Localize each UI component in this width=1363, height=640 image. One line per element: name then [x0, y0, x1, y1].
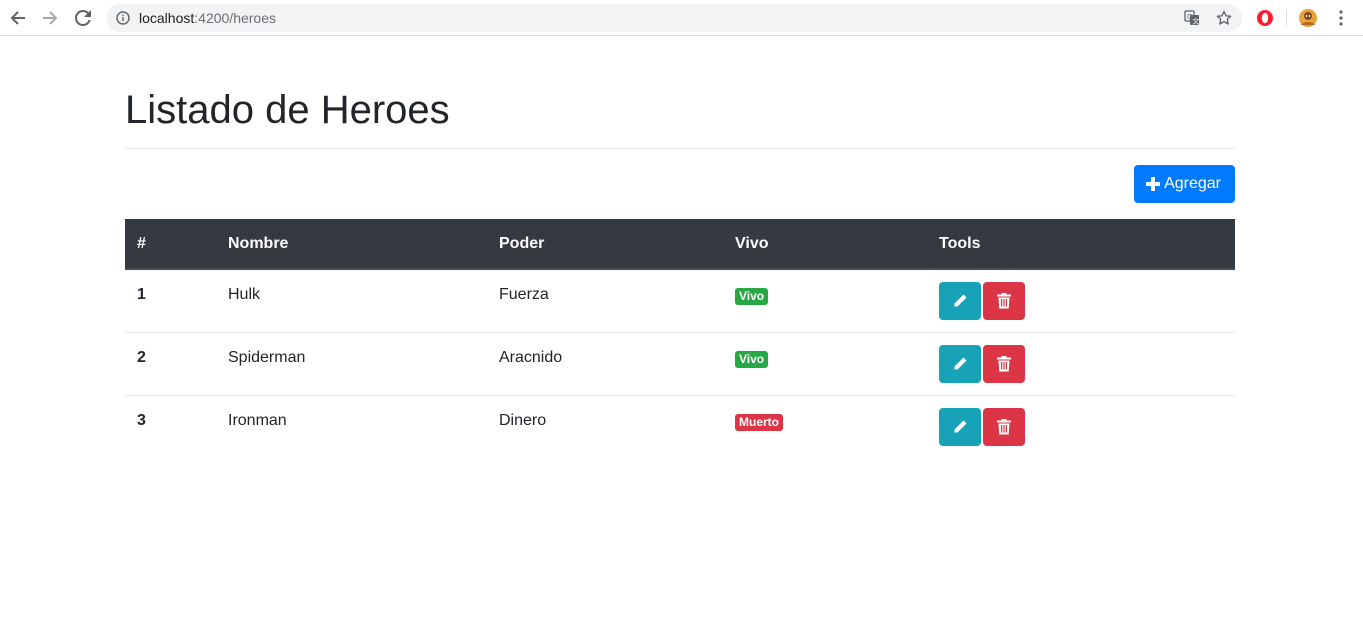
delete-button[interactable] [983, 407, 1025, 446]
url-host: localhost [139, 10, 195, 26]
info-icon[interactable] [116, 11, 130, 25]
pencil-icon [954, 420, 967, 432]
forward-icon [43, 11, 58, 25]
star-icon[interactable] [1216, 10, 1232, 26]
table-row: 1 Hulk Fuerza Vivo [125, 269, 1235, 333]
status-badge: Vivo [735, 288, 769, 305]
page-title: Listado de Heroes [125, 88, 450, 132]
edit-button[interactable] [939, 407, 981, 446]
delete-button[interactable] [983, 282, 1025, 320]
header-number: # [125, 219, 216, 270]
row-number: 1 [125, 269, 216, 333]
edit-button[interactable] [939, 282, 981, 320]
status-cell: Vivo [723, 332, 927, 396]
toolbar-divider [1286, 10, 1287, 26]
trash-icon [997, 293, 1011, 309]
header-alive: Vivo [723, 219, 927, 270]
opera-extension-icon[interactable] [1255, 8, 1275, 28]
delete-button[interactable] [983, 344, 1025, 383]
table-header: # Nombre Poder Vivo Tools [125, 219, 1235, 270]
header-name: Nombre [216, 219, 487, 270]
row-number: 3 [137, 411, 146, 429]
table-row: 2 Spiderman Aracnido Vivo [125, 332, 1235, 396]
tools-cell [927, 269, 1235, 333]
menu-icon[interactable] [1331, 8, 1351, 28]
trash-icon [997, 355, 1011, 371]
table-row: 3 Ironman Dinero Muerto [125, 395, 1235, 458]
pencil-icon [954, 357, 967, 369]
heroes-table: # Nombre Poder Vivo Tools 1 Hulk Fuerza … [125, 219, 1235, 458]
url-path: :4200/heroes [194, 10, 276, 26]
table-body: 1 Hulk Fuerza Vivo 2 Spiderman Aracnido … [125, 269, 1235, 458]
actions-bar: Agregar [125, 149, 1235, 219]
status-badge: Muerto [735, 413, 783, 431]
url-text: localhost:4200/heroes [139, 10, 276, 26]
status-cell: Vivo [723, 269, 927, 333]
hero-power: Dinero [499, 411, 547, 429]
tools-cell [927, 395, 1235, 458]
main-container: Listado de Heroes Agregar # Nombre Poder… [125, 36, 1235, 458]
edit-button[interactable] [939, 344, 981, 383]
hero-name: Hulk [216, 269, 487, 333]
translate-icon[interactable]: G文 [1184, 10, 1200, 26]
status-cell: Muerto [723, 395, 927, 458]
back-icon [10, 11, 25, 25]
reload-button[interactable] [70, 5, 96, 31]
trash-icon [997, 418, 1011, 434]
pencil-icon [954, 294, 967, 307]
tools-cell [927, 332, 1235, 396]
add-hero-button[interactable]: Agregar [1134, 165, 1235, 203]
hero-power: Fuerza [487, 269, 723, 333]
add-button-label: Agregar [1164, 175, 1221, 192]
hero-power: Aracnido [487, 332, 723, 396]
row-number: 2 [125, 332, 216, 396]
header-tools: Tools [927, 219, 1235, 270]
browser-toolbar: localhost:4200/heroes G文 [0, 0, 1363, 36]
svg-text:文: 文 [1192, 17, 1199, 26]
back-button[interactable] [5, 5, 31, 31]
reload-icon [75, 10, 91, 26]
hero-name: Ironman [228, 411, 287, 429]
profile-avatar[interactable] [1298, 8, 1318, 28]
hero-name: Spiderman [216, 332, 487, 396]
address-bar[interactable]: localhost:4200/heroes G文 [106, 4, 1242, 32]
status-badge: Vivo [735, 350, 769, 368]
plus-icon [1146, 177, 1161, 191]
header-power: Poder [487, 219, 723, 270]
forward-button[interactable] [37, 5, 63, 31]
